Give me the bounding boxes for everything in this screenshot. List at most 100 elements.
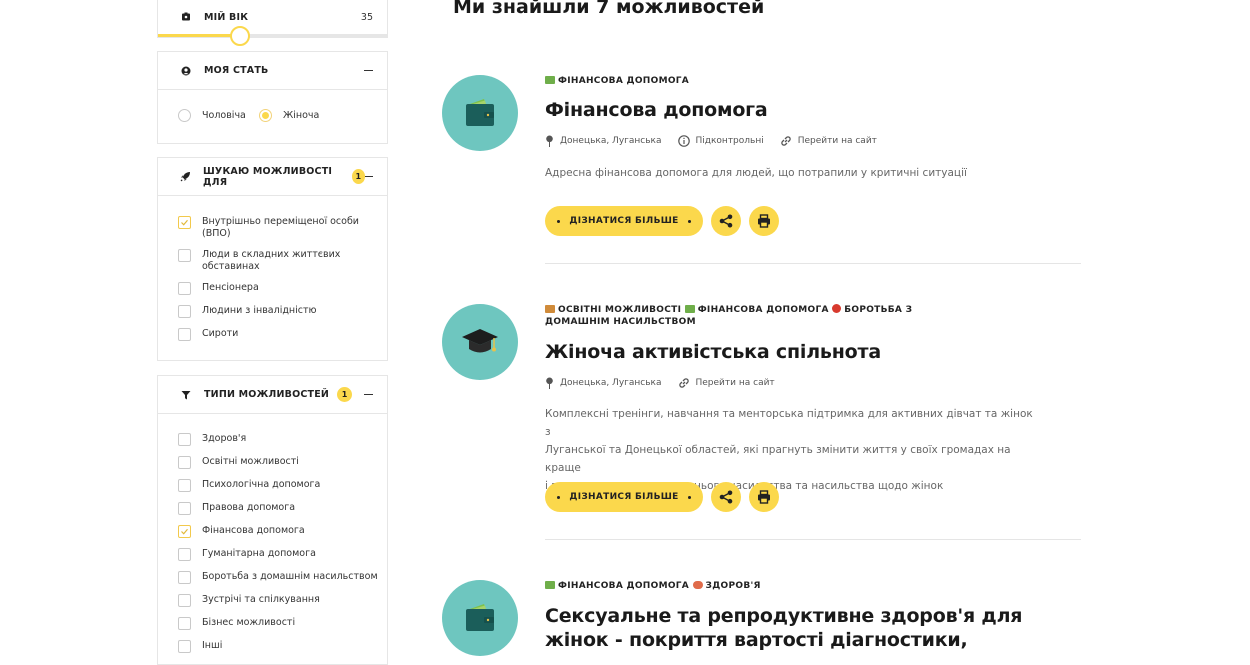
- link-icon: [678, 378, 689, 388]
- type-option[interactable]: Гуманітарна допомога: [158, 548, 387, 561]
- rocket-icon: [180, 171, 191, 183]
- wallet-icon: [466, 99, 494, 126]
- type-option[interactable]: Здоров'я: [158, 433, 387, 446]
- tag-label: ФІНАНСОВА ДОПОМОГА: [558, 581, 690, 591]
- type-option[interactable]: Зустрічі та спілкування: [158, 594, 387, 607]
- type-option-label: Боротьба з домашнім насильством: [202, 571, 378, 582]
- age-value: 35: [360, 11, 373, 23]
- type-option-label: Бізнес можливості: [202, 617, 296, 628]
- description-line: Комплексні тренінги, навчання та менторс…: [545, 408, 1033, 438]
- result-meta: Донецька, Луганська Перейти на сайт: [545, 377, 791, 389]
- target-option[interactable]: Пенсіонера: [158, 282, 387, 295]
- result-title[interactable]: Фінансова допомога: [545, 99, 768, 121]
- radio-female[interactable]: [259, 109, 272, 122]
- print-button[interactable]: [749, 206, 779, 236]
- age-slider-track[interactable]: [158, 34, 387, 37]
- checkbox[interactable]: [178, 249, 191, 262]
- checkbox[interactable]: [178, 571, 191, 584]
- collapse-minus-icon[interactable]: [364, 69, 373, 72]
- print-button[interactable]: [749, 482, 779, 512]
- target-option[interactable]: Сироти: [158, 328, 387, 341]
- tag-label: ЗДОРОВ'Я: [705, 581, 761, 591]
- checkbox[interactable]: [178, 502, 191, 515]
- tag-label: ФІНАНСОВА ДОПОМОГА: [558, 76, 690, 86]
- result-tags: ФІНАНСОВА ДОПОМОГА ЗДОРОВ'Я: [545, 580, 955, 592]
- checkbox[interactable]: [178, 548, 191, 561]
- checkbox[interactable]: [178, 433, 191, 446]
- gender-option-label: Чоловіча: [202, 109, 246, 121]
- type-option[interactable]: Освітні можливості: [158, 456, 387, 469]
- tag-health[interactable]: ЗДОРОВ'Я: [692, 581, 761, 591]
- tag-finance[interactable]: ФІНАНСОВА ДОПОМОГА: [545, 581, 689, 591]
- wallet-icon: [466, 604, 494, 631]
- result-title[interactable]: Сексуальне та репродуктивне здоров'я для…: [545, 604, 1022, 652]
- target-groups-header[interactable]: ШУКАЮ МОЖЛИВОСТІ ДЛЯ 1: [158, 158, 387, 196]
- collapse-minus-icon[interactable]: [364, 393, 373, 396]
- info-icon: [677, 135, 690, 147]
- title-line: Сексуальне та репродуктивне здоров'я для: [545, 605, 1023, 627]
- type-option[interactable]: Бізнес можливості: [158, 617, 387, 630]
- learn-more-label: ДІЗНАТИСЯ БІЛЬШЕ: [569, 492, 679, 502]
- target-option[interactable]: Люди в складних життєвих обставинах: [158, 249, 387, 273]
- site-link-label: Перейти на сайт: [695, 378, 775, 388]
- checkbox[interactable]: [178, 282, 191, 295]
- gender-option-male[interactable]: Чоловіча: [158, 109, 259, 122]
- types-panel: ТИПИ МОЖЛИВОСТЕЙ 1 Здоров'я Освітні можл…: [157, 375, 388, 665]
- type-option[interactable]: Боротьба з домашнім насильством: [158, 571, 387, 584]
- type-option-label: Освітні можливості: [202, 456, 299, 467]
- share-icon: [719, 214, 733, 228]
- type-option[interactable]: Фінансова допомога: [158, 525, 387, 538]
- money-icon: [684, 305, 695, 313]
- target-option[interactable]: Внутрішньо переміщеної особи (ВПО): [158, 216, 387, 240]
- target-option[interactable]: Людини з інвалідністю: [158, 305, 387, 318]
- location: Донецька, Луганська: [545, 135, 662, 147]
- checkbox[interactable]: [178, 479, 191, 492]
- pill-icon: [692, 581, 703, 589]
- gender-filter-header[interactable]: МОЯ СТАТЬ: [158, 52, 387, 90]
- type-option[interactable]: Психологічна допомога: [158, 479, 387, 492]
- checkbox[interactable]: [178, 305, 191, 318]
- checkbox[interactable]: [178, 328, 191, 341]
- checkbox-checked[interactable]: [178, 216, 191, 229]
- dot-icon: [687, 219, 691, 223]
- pin-icon: [546, 377, 553, 389]
- title-line: жінок - покриття вартості діагностики,: [545, 629, 968, 651]
- checkbox[interactable]: [178, 456, 191, 469]
- result-icon-circle: [442, 304, 518, 380]
- collapse-minus-icon[interactable]: [364, 175, 374, 178]
- types-header[interactable]: ТИПИ МОЖЛИВОСТЕЙ 1: [158, 376, 387, 414]
- result-tags: ФІНАНСОВА ДОПОМОГА: [545, 75, 955, 87]
- age-slider-handle[interactable]: [230, 26, 250, 46]
- type-option[interactable]: Правова допомога: [158, 502, 387, 515]
- checkbox[interactable]: [178, 594, 191, 607]
- gender-option-female[interactable]: Жіноча: [259, 109, 319, 122]
- share-button[interactable]: [711, 206, 741, 236]
- share-button[interactable]: [711, 482, 741, 512]
- checkbox-checked[interactable]: [178, 525, 191, 538]
- type-option-label: Гуманітарна допомога: [202, 548, 316, 559]
- checkbox[interactable]: [178, 640, 191, 653]
- result-separator: [545, 263, 1081, 264]
- learn-more-button[interactable]: ДІЗНАТИСЯ БІЛЬШЕ: [545, 482, 703, 512]
- site-link[interactable]: Перейти на сайт: [780, 135, 877, 147]
- graduation-cap-icon: [462, 329, 498, 353]
- tag-finance[interactable]: ФІНАНСОВА ДОПОМОГА: [545, 76, 689, 86]
- result-title[interactable]: Жіноча активістська спільнота: [545, 341, 881, 363]
- target-option-label: Люди в складних життєвих обставинах: [202, 249, 341, 272]
- money-icon: [545, 581, 555, 589]
- radio-male[interactable]: [178, 109, 191, 122]
- tag-education[interactable]: ОСВІТНІ МОЖЛИВОСТІ: [545, 305, 681, 315]
- money-icon: [545, 76, 555, 84]
- tag-label: ФІНАНСОВА ДОПОМОГА: [697, 305, 829, 315]
- result-icon-circle: [442, 580, 518, 656]
- target-option-label: Пенсіонера: [202, 282, 259, 293]
- site-link[interactable]: Перейти на сайт: [678, 377, 775, 389]
- tag-finance[interactable]: ФІНАНСОВА ДОПОМОГА: [684, 305, 829, 315]
- result-meta: Донецька, Луганська Підконтрольні Перейт…: [545, 135, 893, 147]
- location: Донецька, Луганська: [545, 377, 662, 389]
- dot-icon: [687, 495, 691, 499]
- types-options: Здоров'я Освітні можливості Психологічна…: [158, 414, 387, 653]
- type-option[interactable]: Інші: [158, 640, 387, 653]
- learn-more-button[interactable]: ДІЗНАТИСЯ БІЛЬШЕ: [545, 206, 703, 236]
- checkbox[interactable]: [178, 617, 191, 630]
